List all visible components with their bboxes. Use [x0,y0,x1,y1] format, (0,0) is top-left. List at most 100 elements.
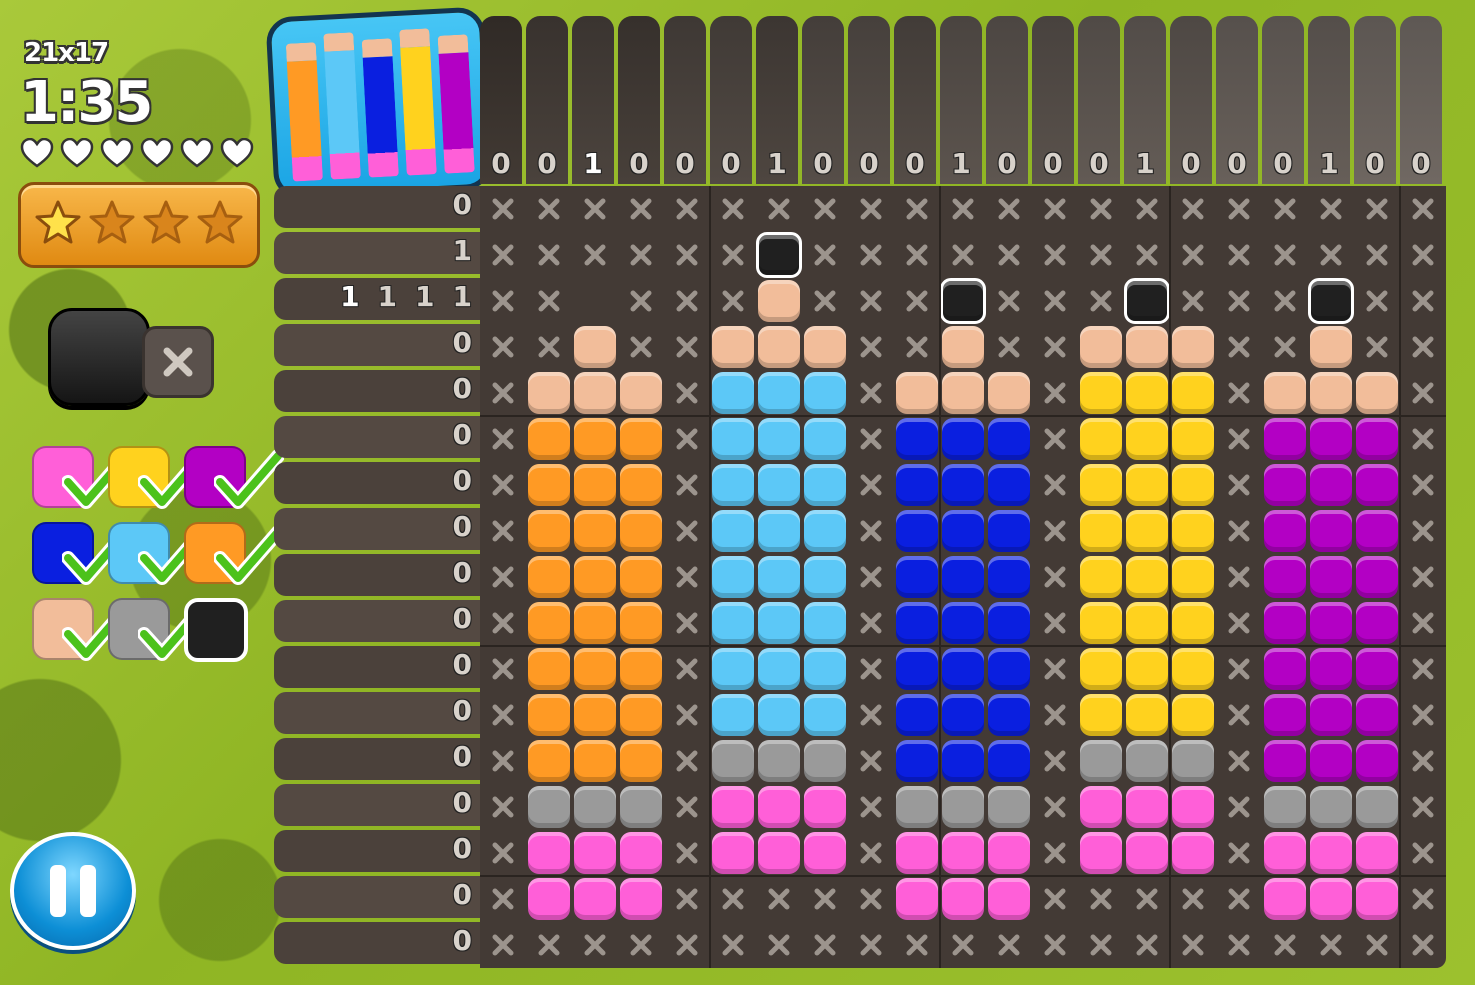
grid-cell[interactable] [1308,692,1354,738]
grid-cell[interactable] [710,830,756,876]
grid-cell[interactable] [1308,186,1354,232]
grid-cell[interactable] [572,462,618,508]
grid-cell[interactable] [986,554,1032,600]
grid-cell[interactable] [940,692,986,738]
grid-cell[interactable] [1170,186,1216,232]
grid-cell[interactable] [1354,508,1400,554]
grid-cell[interactable] [986,508,1032,554]
grid-cell[interactable] [1124,186,1170,232]
grid-cell[interactable] [618,600,664,646]
grid-cell[interactable] [526,692,572,738]
grid-cell[interactable] [894,784,940,830]
grid-cell[interactable] [710,554,756,600]
grid-cell[interactable] [526,554,572,600]
grid-cell[interactable] [1078,462,1124,508]
grid-cell[interactable] [756,186,802,232]
grid-cell[interactable] [1354,784,1400,830]
grid-cell[interactable] [664,462,710,508]
grid-cell[interactable] [940,738,986,784]
grid-cell[interactable] [1078,922,1124,968]
grid-cell[interactable] [1078,508,1124,554]
grid-cell[interactable] [986,462,1032,508]
grid-cell[interactable] [710,370,756,416]
grid-cell[interactable] [572,324,618,370]
grid-cell[interactable] [710,416,756,462]
grid-cell[interactable] [1400,692,1446,738]
grid-cell[interactable] [1354,646,1400,692]
grid-cell[interactable] [1170,416,1216,462]
grid-cell[interactable] [1032,784,1078,830]
grid-cell[interactable] [480,692,526,738]
grid-cell[interactable] [1216,554,1262,600]
grid-cell[interactable] [618,278,664,324]
grid-cell[interactable] [1078,232,1124,278]
grid-cell[interactable] [1354,600,1400,646]
grid-cell[interactable] [572,508,618,554]
grid-cell[interactable] [1170,784,1216,830]
grid-cell[interactable] [572,416,618,462]
grid-cell[interactable] [1170,554,1216,600]
grid-cell[interactable] [664,600,710,646]
grid-cell[interactable] [1032,738,1078,784]
grid-cell[interactable] [1078,370,1124,416]
grid-cell[interactable] [894,278,940,324]
grid-cell[interactable] [480,462,526,508]
grid-cell[interactable] [664,922,710,968]
pause-button[interactable] [10,832,136,950]
grid-cell[interactable] [1354,922,1400,968]
grid-cell[interactable] [526,600,572,646]
grid-cell[interactable] [1124,784,1170,830]
grid-cell[interactable] [940,462,986,508]
grid-cell[interactable] [526,922,572,968]
grid-cell[interactable] [848,554,894,600]
grid-cell[interactable] [986,600,1032,646]
grid-cell[interactable] [756,278,802,324]
grid-cell[interactable] [986,646,1032,692]
grid-cell[interactable] [1262,876,1308,922]
grid-cell[interactable] [1032,554,1078,600]
grid-cell[interactable] [986,186,1032,232]
grid-cell[interactable] [848,646,894,692]
grid-cell[interactable] [1262,232,1308,278]
grid-cell[interactable] [710,462,756,508]
grid-cell[interactable] [1170,646,1216,692]
grid-cell[interactable] [572,600,618,646]
grid-cell[interactable] [618,922,664,968]
grid-cell[interactable] [756,830,802,876]
grid-cell[interactable] [1354,186,1400,232]
grid-cell[interactable] [526,370,572,416]
grid-cell[interactable] [1078,416,1124,462]
grid-cell[interactable] [1124,278,1170,324]
grid-cell[interactable] [1124,324,1170,370]
grid-cell[interactable] [894,232,940,278]
grid-cell[interactable] [1078,830,1124,876]
grid-cell[interactable] [480,830,526,876]
grid-cell[interactable] [572,232,618,278]
grid-cell[interactable] [802,278,848,324]
grid-cell[interactable] [894,876,940,922]
grid-cell[interactable] [940,324,986,370]
grid-cell[interactable] [802,692,848,738]
grid-cell[interactable] [1400,554,1446,600]
grid-cell[interactable] [480,646,526,692]
grid-cell[interactable] [710,692,756,738]
grid-cell[interactable] [664,692,710,738]
grid-cell[interactable] [802,370,848,416]
grid-cell[interactable] [940,876,986,922]
grid-cell[interactable] [848,876,894,922]
grid-cell[interactable] [664,416,710,462]
grid-cell[interactable] [1170,370,1216,416]
grid-cell[interactable] [1170,738,1216,784]
grid-cell[interactable] [1262,830,1308,876]
grid-cell[interactable] [802,922,848,968]
grid-cell[interactable] [986,324,1032,370]
grid-cell[interactable] [526,416,572,462]
grid-cell[interactable] [756,646,802,692]
grid-cell[interactable] [1216,876,1262,922]
grid-cell[interactable] [572,278,618,324]
grid-cell[interactable] [1216,416,1262,462]
grid-cell[interactable] [1170,278,1216,324]
grid-cell[interactable] [1216,738,1262,784]
grid-cell[interactable] [1124,600,1170,646]
grid-cell[interactable] [1216,324,1262,370]
